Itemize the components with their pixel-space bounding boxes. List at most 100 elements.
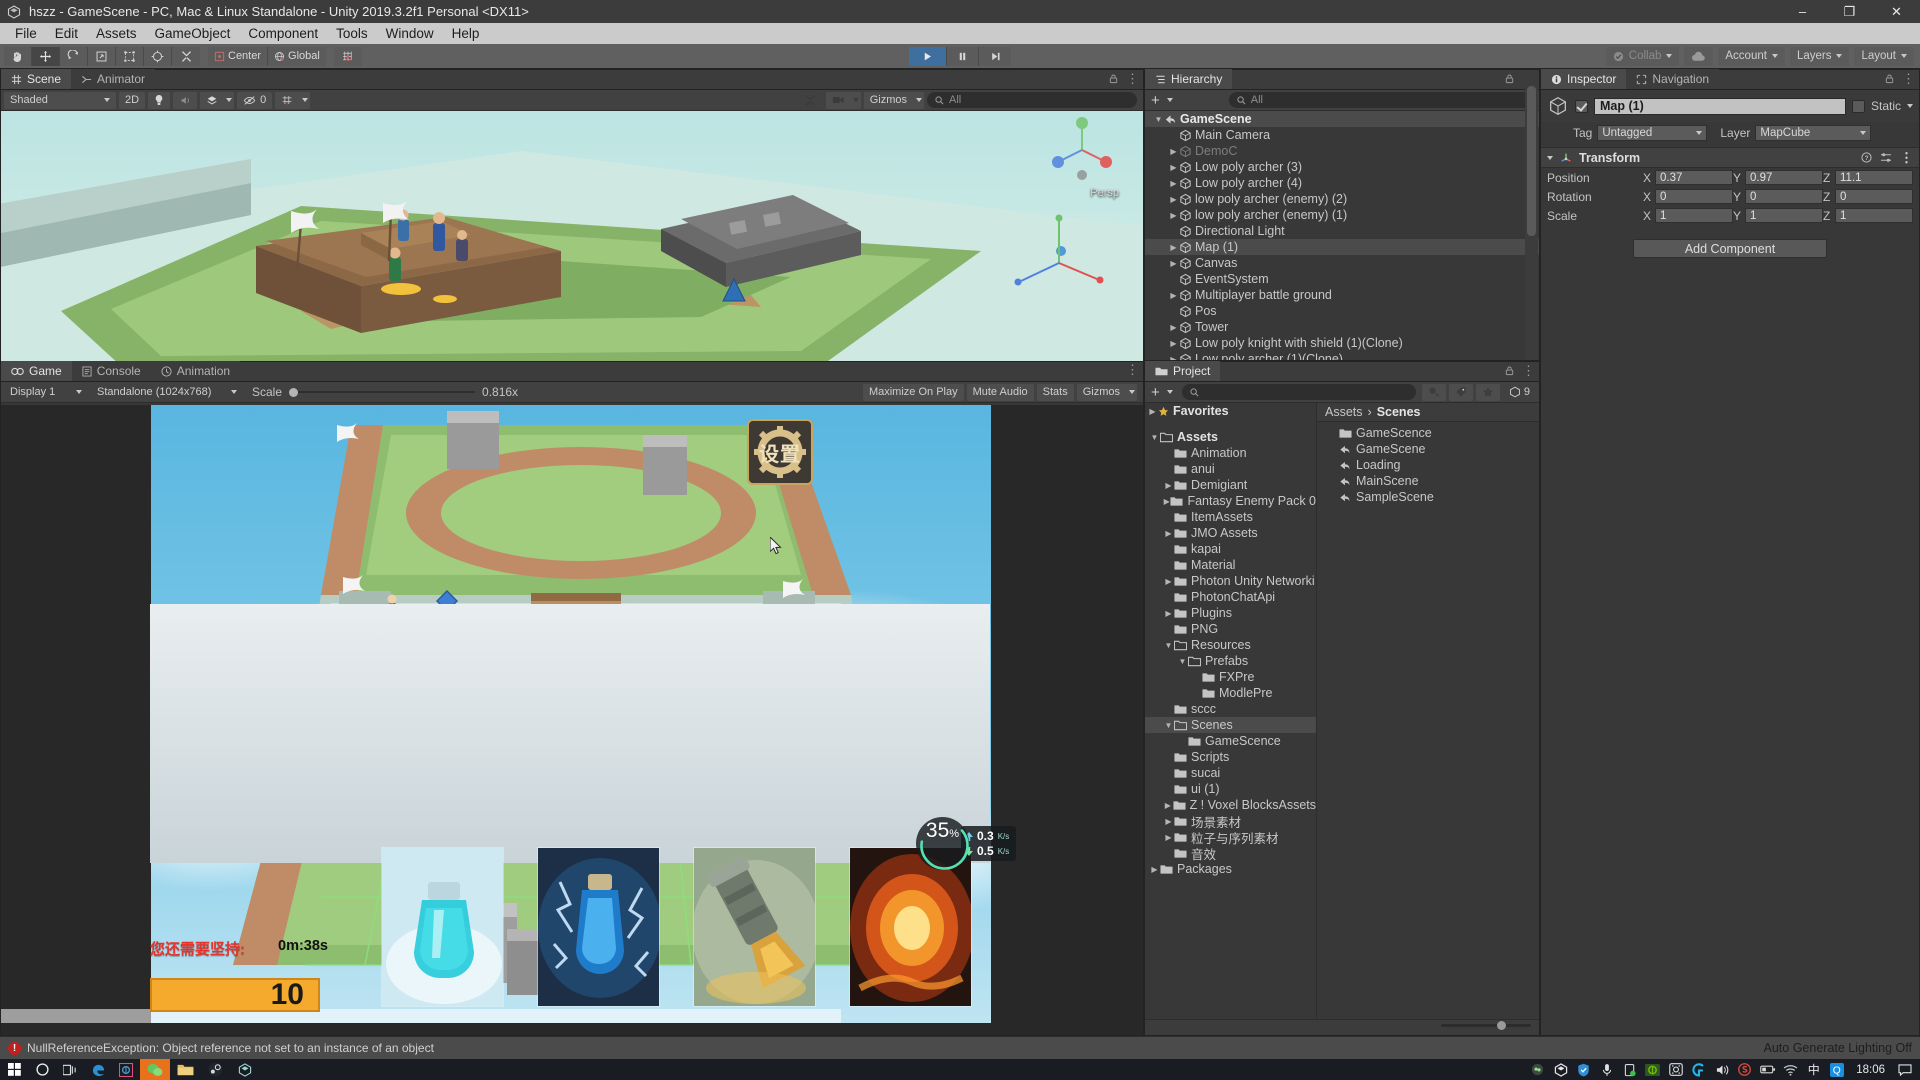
disclosure-triangle[interactable]: ▼: [1177, 657, 1188, 666]
project-create-button[interactable]: +: [1148, 384, 1176, 401]
ime-indicator[interactable]: 中: [1802, 1059, 1825, 1080]
effects-toggle-button[interactable]: [200, 91, 235, 109]
hierarchy-item[interactable]: ▶ low poly archer (enemy) (1): [1145, 207, 1539, 223]
favorite-button[interactable]: [1475, 383, 1500, 401]
project-content-item[interactable]: MainScene: [1317, 473, 1539, 489]
edge-icon[interactable]: [84, 1059, 112, 1080]
disclosure-triangle[interactable]: ▶: [1168, 323, 1179, 332]
disclosure-triangle[interactable]: ▶: [1168, 147, 1179, 156]
disclosure-triangle[interactable]: ▶: [1168, 163, 1179, 172]
project-content-item[interactable]: GameScence: [1317, 425, 1539, 441]
disclosure-triangle[interactable]: ▶: [1163, 753, 1174, 762]
move-tool-button[interactable]: [32, 46, 60, 66]
disclosure-triangle[interactable]: ▶: [1191, 673, 1202, 682]
status-bar[interactable]: ! NullReferenceException: Object referen…: [0, 1036, 1920, 1059]
icon-size-knob[interactable]: [1497, 1021, 1506, 1030]
disclosure-triangle[interactable]: ▶: [1168, 307, 1179, 316]
cannon-slot[interactable]: [693, 847, 816, 1007]
hierarchy-item[interactable]: ▶ Low poly archer (3): [1145, 159, 1539, 175]
grid-visibility-button[interactable]: Y: [275, 91, 311, 109]
disclosure-triangle[interactable]: ▶: [1163, 497, 1170, 506]
project-content-item[interactable]: SampleScene: [1317, 489, 1539, 505]
scene-search-input[interactable]: All: [927, 92, 1137, 108]
project-tree-item[interactable]: ▶ GameScence: [1145, 733, 1316, 749]
shield-icon[interactable]: [1572, 1059, 1595, 1080]
disclosure-triangle[interactable]: ▶: [1191, 689, 1202, 698]
inspector-menu-icon[interactable]: ⋮: [1902, 72, 1915, 85]
project-tree-item[interactable]: ▶ Material: [1145, 557, 1316, 573]
project-tree-item[interactable]: ▶ ModlePre: [1145, 685, 1316, 701]
hierarchy-item[interactable]: ▶ Canvas: [1145, 255, 1539, 271]
2d-toggle-button[interactable]: 2D: [119, 91, 146, 109]
unity-tray-icon[interactable]: [1526, 1059, 1549, 1080]
object-enabled-checkbox[interactable]: [1575, 99, 1588, 113]
lock-icon[interactable]: [1504, 73, 1515, 84]
preset-icon[interactable]: [1880, 152, 1892, 163]
project-contents[interactable]: Assets › Scenes GameScence GameScene Loadi…: [1317, 403, 1539, 1019]
minimize-button[interactable]: –: [1779, 0, 1826, 23]
project-tree-item[interactable]: ▶ Scripts: [1145, 749, 1316, 765]
notifications-icon[interactable]: [1893, 1059, 1916, 1080]
disclosure-triangle[interactable]: ▼: [1163, 721, 1174, 730]
project-tree-item[interactable]: ▼ Scenes: [1145, 717, 1316, 733]
project-tree-item[interactable]: ▶ Demigiant: [1145, 477, 1316, 493]
hierarchy-item[interactable]: ▶ Tower: [1145, 319, 1539, 335]
project-tree-item[interactable]: ▶ Packages: [1145, 861, 1316, 877]
axis-y-input[interactable]: 0.97: [1745, 170, 1823, 185]
volume-icon[interactable]: [1710, 1059, 1733, 1080]
project-tree-item[interactable]: ▶ Animation: [1145, 445, 1316, 461]
disclosure-triangle[interactable]: ▶: [1168, 179, 1179, 188]
disclosure-triangle[interactable]: ▶: [1168, 291, 1179, 300]
hierarchy-item[interactable]: ▶ Map (1): [1145, 239, 1539, 255]
step-button[interactable]: [979, 46, 1011, 66]
axis-y-input[interactable]: 1: [1745, 208, 1823, 223]
axis-y-input[interactable]: 0: [1745, 189, 1823, 204]
add-component-button[interactable]: Add Component: [1633, 239, 1827, 258]
disclosure-triangle[interactable]: ▼: [1163, 641, 1174, 650]
disclosure-triangle[interactable]: ▶: [1163, 513, 1174, 522]
project-menu-icon[interactable]: ⋮: [1522, 364, 1535, 377]
axis-z-input[interactable]: 11.1: [1835, 170, 1913, 185]
disclosure-triangle[interactable]: ▶: [1163, 577, 1174, 586]
project-favorites-row[interactable]: ▶ Favorites: [1145, 403, 1316, 419]
layer-dropdown[interactable]: MapCube: [1755, 125, 1872, 141]
layout-button[interactable]: Layout: [1854, 46, 1914, 66]
audio-toggle-button[interactable]: [173, 91, 198, 109]
disclosure-triangle[interactable]: ▼: [1149, 433, 1160, 442]
search-by-label-button[interactable]: [1448, 383, 1473, 401]
stats-button[interactable]: Stats: [1036, 383, 1074, 401]
app-pink-icon[interactable]: [112, 1059, 140, 1080]
game-gizmos-button[interactable]: Gizmos: [1076, 383, 1137, 401]
disclosure-triangle[interactable]: ▶: [1163, 593, 1174, 602]
chevron-down-icon[interactable]: [1907, 104, 1913, 108]
disclosure-triangle[interactable]: ▶: [1163, 609, 1174, 618]
disclosure-triangle[interactable]: ▶: [1163, 465, 1174, 474]
settings-button[interactable]: 设置: [747, 419, 813, 485]
tab-game[interactable]: Game: [1, 361, 72, 381]
menu-item-gameobject[interactable]: GameObject: [146, 23, 240, 44]
scene-view-gizmo[interactable]: [1047, 115, 1117, 185]
game-menu-icon[interactable]: ⋮: [1126, 363, 1139, 376]
lighting-toggle-button[interactable]: [148, 91, 171, 109]
disclosure-triangle[interactable]: ▶: [1163, 561, 1174, 570]
mute-audio-button[interactable]: Mute Audio: [966, 383, 1034, 401]
project-tree-item[interactable]: ▶ PNG: [1145, 621, 1316, 637]
menu-item-assets[interactable]: Assets: [87, 23, 146, 44]
display-dropdown[interactable]: Display 1: [4, 384, 88, 401]
taskbar-clock[interactable]: 18:06: [1848, 1064, 1893, 1076]
disclosure-triangle[interactable]: ▶: [1163, 817, 1174, 826]
hierarchy-item[interactable]: ▶ Low poly archer (1)(Clone): [1145, 351, 1539, 360]
disclosure-triangle[interactable]: ▶: [1163, 769, 1174, 778]
hierarchy-item[interactable]: ▶ Directional Light: [1145, 223, 1539, 239]
project-tree-item[interactable]: ▶ Fantasy Enemy Pack 0: [1145, 493, 1316, 509]
maximize-on-play-button[interactable]: Maximize On Play: [862, 383, 964, 401]
disclosure-triangle[interactable]: ▶: [1163, 545, 1174, 554]
axis-x-input[interactable]: 0: [1655, 189, 1733, 204]
tab-inspector[interactable]: Inspector: [1541, 69, 1627, 89]
lock-icon[interactable]: [1504, 365, 1515, 376]
disclosure-triangle[interactable]: ▼: [1153, 115, 1164, 124]
menu-item-file[interactable]: File: [6, 23, 46, 44]
steam-icon[interactable]: [200, 1059, 230, 1080]
hierarchy-scene-row[interactable]: ▼ GameScene: [1145, 111, 1539, 127]
disclosure-triangle[interactable]: ▶: [1168, 131, 1179, 140]
